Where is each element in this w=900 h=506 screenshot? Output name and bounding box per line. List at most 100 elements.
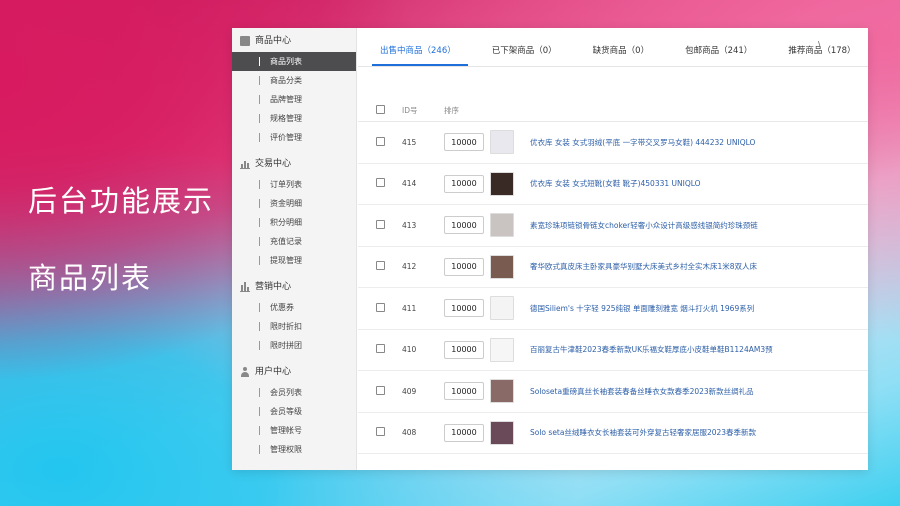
- sidebar-item[interactable]: 优惠券: [232, 298, 356, 317]
- tab-2[interactable]: 缺货商品（0）: [585, 44, 657, 66]
- row-checkbox[interactable]: [376, 136, 385, 146]
- sort-input[interactable]: 10000: [444, 382, 484, 401]
- table-row: 412 10000 奢华欧式真皮床主卧家具豪华别墅大床美式乡村全实木床1米8双人床: [358, 247, 868, 288]
- sidebar-item-label: 商品分类: [270, 76, 302, 85]
- sidebar-item[interactable]: 限时折扣: [232, 317, 356, 336]
- product-thumbnail: [490, 420, 514, 445]
- sidebar-item[interactable]: 规格管理: [232, 109, 356, 128]
- sidebar-item-label: 限时拼团: [270, 341, 302, 350]
- row-checkbox[interactable]: [376, 344, 385, 354]
- product-name-link[interactable]: Solo seta丝绒睡衣女长袖套装可外穿复古轻奢家居服2023春季新款: [520, 427, 860, 438]
- table-row: 411 10000 德国Siliem's 十字轻 925纯银 单面雕刻雅宽 烟斗打火…: [358, 288, 868, 330]
- slide-title-sub: 商品列表: [28, 261, 153, 295]
- sidebar-group-title[interactable]: 营销中心: [232, 276, 356, 298]
- product-name-link[interactable]: 素宽珍珠项链锁骨链女choker轻奢小众设计高级感线银简约珍珠颈链: [520, 220, 860, 231]
- product-id: 409: [402, 386, 417, 396]
- sidebar: 商品中心商品列表商品分类品牌管理规格管理评价管理交易中心订单列表资金明细积分明细…: [232, 28, 357, 470]
- product-id: 408: [402, 428, 417, 438]
- slide-title-main: 后台功能展示: [28, 184, 215, 218]
- sidebar-item[interactable]: 资金明细: [232, 194, 356, 213]
- table-row: 408 10000 Solo seta丝绒睡衣女长袖套装可外穿复古轻奢家居服2023…: [358, 413, 868, 454]
- row-checkbox[interactable]: [376, 219, 385, 229]
- select-all-checkbox[interactable]: [376, 105, 385, 114]
- row-checkbox[interactable]: [376, 178, 385, 188]
- sidebar-item-label: 管理帐号: [270, 426, 302, 435]
- product-id: 413: [402, 220, 417, 230]
- tab-divider: [358, 66, 868, 67]
- sort-input[interactable]: 10000: [444, 423, 484, 442]
- sort-input[interactable]: 10000: [444, 174, 484, 193]
- sidebar-item-label: 会员列表: [270, 388, 302, 397]
- sort-input[interactable]: 10000: [444, 133, 484, 152]
- product-name-link[interactable]: 德国Siliem's 十字轻 925纯银 单面雕刻雅宽 烟斗打火机 1969系列: [520, 303, 860, 314]
- sidebar-group-label: 营销中心: [255, 282, 292, 292]
- sidebar-group-label: 交易中心: [255, 159, 292, 169]
- tab-bar: 出售中商品（246） 已下架商品（0） 缺货商品（0） 包邮商品（241） 推荐商品（1…: [358, 28, 868, 66]
- product-name-link[interactable]: 优衣库 女装 女式羽绒(平底 一字带交叉罗马女鞋) 444232 UNIQLO: [520, 137, 860, 148]
- sidebar-item[interactable]: 管理权限: [232, 440, 356, 459]
- tab-1[interactable]: 已下架商品（0）: [484, 44, 565, 66]
- user-icon: [240, 367, 250, 377]
- sidebar-group-title[interactable]: 用户中心: [232, 361, 356, 383]
- column-header-id: ID号: [402, 106, 418, 115]
- sidebar-item-label: 限时折扣: [270, 322, 302, 331]
- column-header-sort[interactable]: 排序: [444, 105, 490, 116]
- sidebar-item-label: 积分明细: [270, 218, 302, 227]
- sidebar-item[interactable]: 会员等级: [232, 402, 356, 421]
- product-id: 411: [402, 303, 417, 313]
- sidebar-item[interactable]: 订单列表: [232, 175, 356, 194]
- sidebar-group-title[interactable]: 交易中心: [232, 153, 356, 175]
- row-checkbox[interactable]: [376, 385, 385, 395]
- row-checkbox[interactable]: [376, 427, 385, 437]
- chart-icon: [240, 282, 250, 292]
- sidebar-item-label: 充值记录: [270, 237, 302, 246]
- sidebar-item[interactable]: 品牌管理: [232, 90, 356, 109]
- product-id: 414: [402, 179, 417, 189]
- table-row: 409 10000 Soloseta重磅真丝长袖套装春备丝睡衣女款春季2023新款丝…: [358, 371, 868, 413]
- product-table: 415 10000 优衣库 女装 女式羽绒(平底 一字带交叉罗马女鞋) 444232…: [358, 122, 868, 454]
- sidebar-item-label: 商品列表: [270, 57, 302, 66]
- sidebar-item[interactable]: 管理帐号: [232, 421, 356, 440]
- sidebar-item[interactable]: 商品列表: [232, 52, 356, 71]
- tab-3[interactable]: 包邮商品（241）: [677, 44, 760, 66]
- sidebar-item-label: 提现管理: [270, 256, 302, 265]
- sidebar-item[interactable]: 提现管理: [232, 251, 356, 270]
- product-name-link[interactable]: 百丽复古牛津鞋2023春季新款UK乐福女鞋厚底小皮鞋单鞋B1124AM3预: [520, 344, 860, 355]
- product-name-link[interactable]: Soloseta重磅真丝长袖套装春备丝睡衣女款春季2023新款丝绸礼品: [520, 386, 860, 397]
- product-name-link[interactable]: 奢华欧式真皮床主卧家具豪华别墅大床美式乡村全实木床1米8双人床: [520, 261, 860, 272]
- tab-0[interactable]: 出售中商品（246）: [372, 44, 468, 66]
- sidebar-item[interactable]: 限时拼团: [232, 336, 356, 355]
- sidebar-group-label: 用户中心: [255, 367, 292, 377]
- table-row: 413 10000 素宽珍珠项链锁骨链女choker轻奢小众设计高级感线银简约珍珠颈…: [358, 205, 868, 247]
- sidebar-item[interactable]: 积分明细: [232, 213, 356, 232]
- sidebar-item-label: 规格管理: [270, 114, 302, 123]
- sort-input[interactable]: 10000: [444, 216, 484, 235]
- sidebar-item-label: 评价管理: [270, 133, 302, 142]
- product-thumbnail: [490, 130, 514, 155]
- table-row: 410 10000 百丽复古牛津鞋2023春季新款UK乐福女鞋厚底小皮鞋单鞋B112…: [358, 330, 868, 371]
- sidebar-item-label: 资金明细: [270, 199, 302, 208]
- product-id: 410: [402, 345, 417, 355]
- product-id: 415: [402, 137, 417, 147]
- sidebar-group-title[interactable]: 商品中心: [232, 30, 356, 52]
- main-panel: 出售中商品（246） 已下架商品（0） 缺货商品（0） 包邮商品（241） 推荐商品（1…: [358, 28, 868, 470]
- product-thumbnail: [490, 337, 514, 362]
- row-checkbox[interactable]: [376, 261, 385, 271]
- product-name-link[interactable]: 优衣库 女装 女式短靴(女鞋 靴子)450331 UNIQLO: [520, 178, 860, 189]
- product-thumbnail: [490, 213, 514, 238]
- sidebar-item[interactable]: 评价管理: [232, 128, 356, 147]
- sort-input[interactable]: 10000: [444, 340, 484, 359]
- sidebar-item-label: 订单列表: [270, 180, 302, 189]
- product-thumbnail: [490, 379, 514, 404]
- sidebar-item[interactable]: 会员列表: [232, 383, 356, 402]
- tab-scroll-caret-icon[interactable]: \: [818, 40, 821, 49]
- tab-4[interactable]: 推荐商品（178）: [780, 44, 863, 66]
- sidebar-item[interactable]: 充值记录: [232, 232, 356, 251]
- table-header: ID号 排序: [358, 100, 868, 122]
- row-checkbox[interactable]: [376, 302, 385, 312]
- sidebar-item[interactable]: 商品分类: [232, 71, 356, 90]
- table-row: 415 10000 优衣库 女装 女式羽绒(平底 一字带交叉罗马女鞋) 444232…: [358, 122, 868, 164]
- sort-input[interactable]: 10000: [444, 299, 484, 318]
- sort-input[interactable]: 10000: [444, 257, 484, 276]
- box-icon: [240, 36, 250, 46]
